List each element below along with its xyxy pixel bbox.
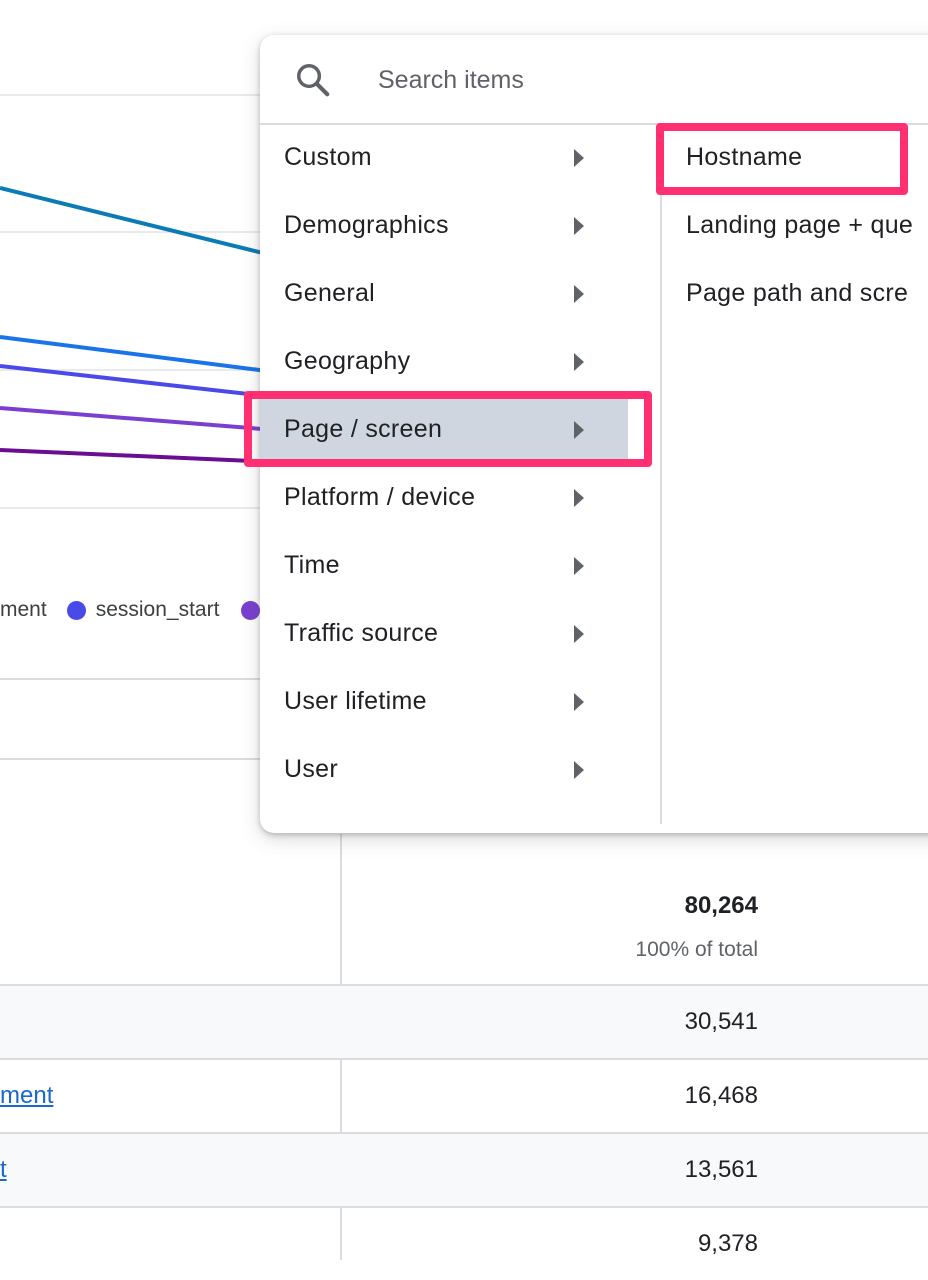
chevron-right-icon xyxy=(574,353,584,371)
category-label: Traffic source xyxy=(284,619,439,647)
search-icon[interactable] xyxy=(294,61,332,99)
subitem-label: Landing page + que xyxy=(686,211,914,239)
legend-item-label[interactable]: session_start xyxy=(96,598,220,622)
legend-dot xyxy=(241,600,261,620)
search-input[interactable] xyxy=(376,57,880,103)
category-item-user[interactable]: User xyxy=(260,736,660,804)
category-item-custom[interactable]: Custom xyxy=(260,124,660,192)
row-value: 9,378 xyxy=(697,1230,758,1257)
row-value: 16,468 xyxy=(684,1082,758,1109)
total-value: 80,264 xyxy=(684,892,758,919)
category-label: Geography xyxy=(284,347,411,375)
row-value: 30,541 xyxy=(684,1008,758,1035)
chevron-right-icon xyxy=(574,693,584,711)
chevron-right-icon xyxy=(574,625,584,643)
table-row[interactable]: 9,378 xyxy=(0,1208,928,1280)
row-label-link[interactable]: t xyxy=(0,1156,7,1184)
legend-dot xyxy=(66,600,86,620)
category-label: General xyxy=(284,279,376,307)
category-label: Demographics xyxy=(284,211,449,239)
subitem-page-path[interactable]: Page path and scre xyxy=(662,260,928,328)
category-item-traffic-source[interactable]: Traffic source xyxy=(260,600,660,668)
series-line-4 xyxy=(0,406,276,432)
category-item-user-lifetime[interactable]: User lifetime xyxy=(260,668,660,736)
row-value: 13,561 xyxy=(684,1156,758,1183)
chevron-right-icon xyxy=(574,285,584,303)
search-bar xyxy=(260,35,928,125)
total-percent: 100% of total xyxy=(635,938,758,961)
chevron-right-icon xyxy=(574,761,584,779)
table-row[interactable]: 30,541 xyxy=(0,986,928,1058)
category-item-geography[interactable]: Geography xyxy=(260,328,660,396)
series-line-5 xyxy=(0,448,276,464)
series-line-2 xyxy=(0,335,276,374)
category-item-general[interactable]: General xyxy=(260,260,660,328)
category-item-platform-device[interactable]: Platform / device xyxy=(260,464,660,532)
category-label: User lifetime xyxy=(284,687,427,715)
category-item-demographics[interactable]: Demographics xyxy=(260,192,660,260)
subitem-landing-page[interactable]: Landing page + que xyxy=(662,192,928,260)
chevron-right-icon xyxy=(574,217,584,235)
chart-legend: ment session_start xyxy=(0,596,270,624)
category-label: Custom xyxy=(284,143,372,171)
category-item-time[interactable]: Time xyxy=(260,532,660,600)
highlight-box-page-screen xyxy=(244,391,652,467)
category-label: Platform / device xyxy=(284,483,476,511)
legend-item-label[interactable]: ment xyxy=(0,598,47,622)
table-row[interactable]: ment 16,468 xyxy=(0,1060,928,1132)
category-label: Time xyxy=(284,551,340,579)
category-label: User xyxy=(284,755,338,783)
chevron-right-icon xyxy=(574,557,584,575)
subitem-label: Page path and scre xyxy=(686,279,909,307)
table-row[interactable]: t 13,561 xyxy=(0,1134,928,1206)
chevron-right-icon xyxy=(574,489,584,507)
chevron-right-icon xyxy=(574,149,584,167)
series-line-1 xyxy=(0,186,276,258)
row-label-link[interactable]: ment xyxy=(0,1082,53,1110)
highlight-box-hostname xyxy=(656,123,908,195)
